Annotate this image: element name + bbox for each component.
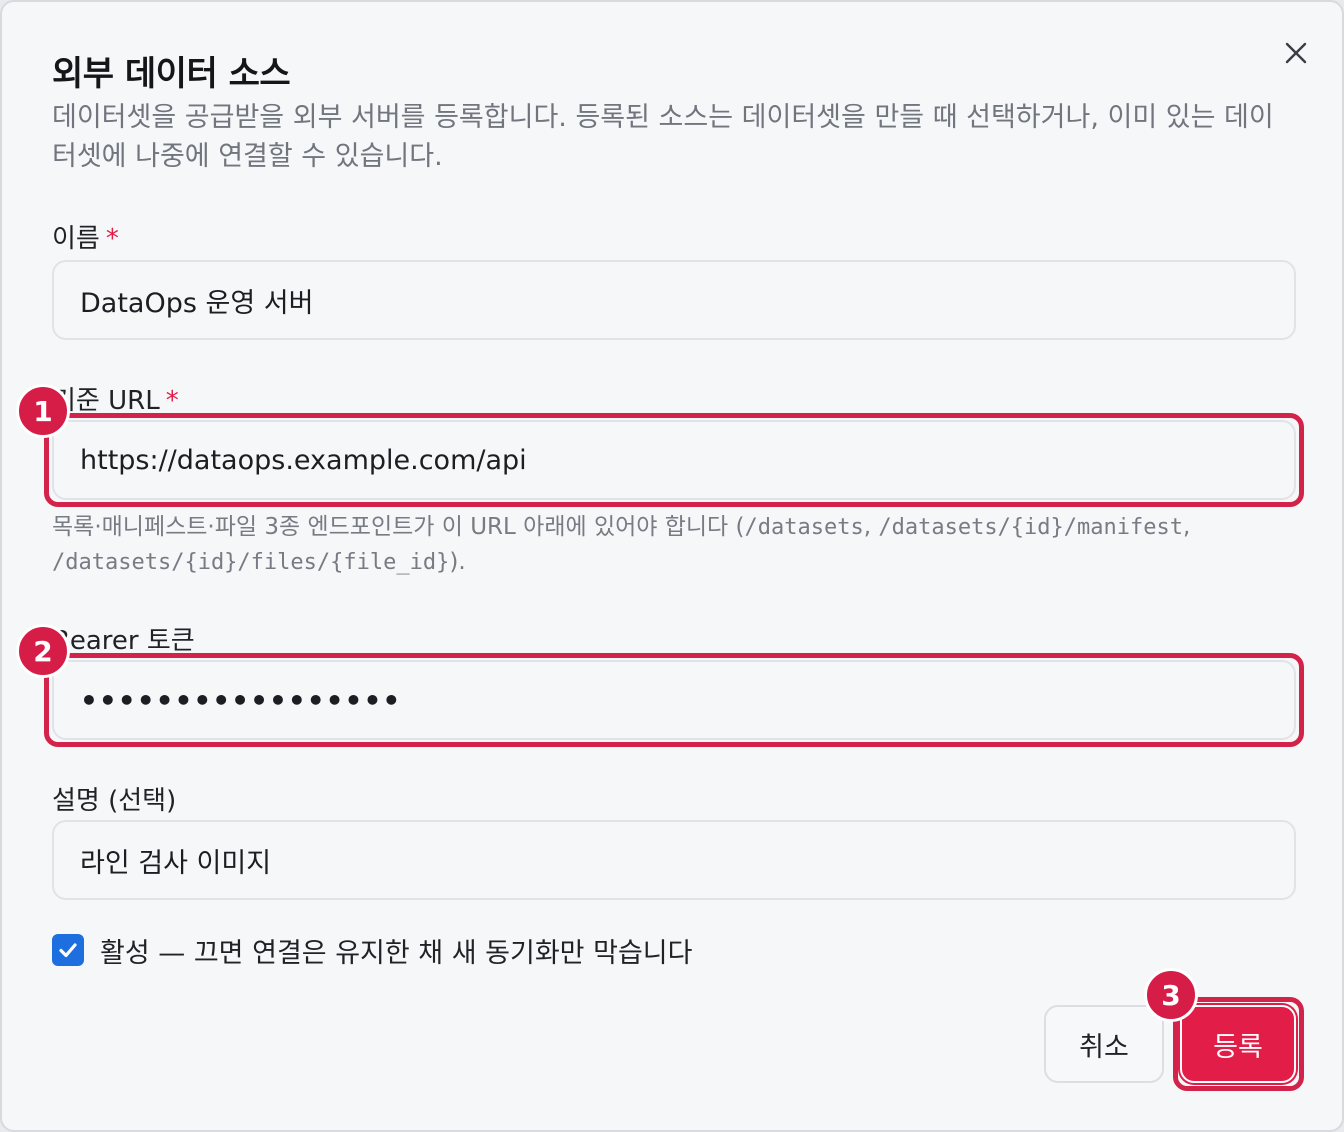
cancel-button[interactable]: 취소	[1044, 1005, 1164, 1083]
required-mark: *	[105, 224, 119, 254]
base-url-input-value: https://dataops.example.com/api	[80, 444, 527, 476]
close-icon	[1285, 42, 1307, 64]
base-url-label: 기준 URL *	[52, 380, 179, 417]
active-checkbox[interactable]	[52, 934, 84, 966]
token-label-text: Bearer 토큰	[52, 626, 195, 656]
name-label-text: 이름	[52, 224, 100, 254]
annotation-badge: 1	[16, 384, 70, 438]
hint-prefix: 목록·매니페스트·파일 3종 엔드포인트가 이 URL 아래에 있어야 합니다 …	[52, 514, 745, 540]
active-toggle-row: 활성 — 끄면 연결은 유지한 채 새 동기화만 막습니다	[52, 932, 693, 969]
external-data-source-dialog: 외부 데이터 소스 데이터셋을 공급받을 외부 서버를 등록합니다. 등록된 소…	[0, 0, 1344, 1132]
hint-path-manifest: /datasets/{id}/manifest	[878, 515, 1183, 540]
name-input-value: DataOps 운영 서버	[80, 287, 314, 319]
base-url-input[interactable]: https://dataops.example.com/api	[52, 420, 1296, 500]
token-input[interactable]: •••••••••••••••••	[52, 660, 1296, 740]
close-button[interactable]	[1279, 36, 1313, 70]
name-input[interactable]: DataOps 운영 서버	[52, 260, 1296, 340]
name-label: 이름 *	[52, 218, 119, 255]
base-url-hint: 목록·매니페스트·파일 3종 엔드포인트가 이 URL 아래에 있어야 합니다 …	[52, 510, 1302, 580]
hint-suffix: ).	[449, 549, 466, 575]
description-input[interactable]: 라인 검사 이미지	[52, 820, 1296, 900]
checkmark-icon	[59, 943, 77, 958]
hint-separator: ,	[1183, 514, 1191, 540]
description-input-value: 라인 검사 이미지	[80, 847, 272, 879]
dialog-title: 외부 데이터 소스	[52, 54, 291, 94]
dialog-description: 데이터셋을 공급받을 외부 서버를 등록합니다. 등록된 소스는 데이터셋을 만…	[52, 102, 1274, 172]
hint-path-files: /datasets/{id}/files/{file_id}	[52, 550, 450, 575]
active-checkbox-label: 활성 — 끄면 연결은 유지한 채 새 동기화만 막습니다	[100, 937, 693, 969]
description-label: 설명 (선택)	[52, 780, 176, 817]
token-input-value: •••••••••••••••••	[80, 683, 402, 717]
submit-button[interactable]: 등록	[1180, 1005, 1296, 1083]
annotation-badge: 2	[16, 624, 70, 678]
description-label-text: 설명 (선택)	[52, 786, 177, 816]
annotation-badge: 3	[1144, 968, 1198, 1022]
required-mark: *	[165, 386, 179, 416]
hint-separator: ,	[863, 514, 879, 540]
hint-path-datasets: /datasets	[744, 515, 864, 540]
token-label: Bearer 토큰	[52, 620, 195, 657]
